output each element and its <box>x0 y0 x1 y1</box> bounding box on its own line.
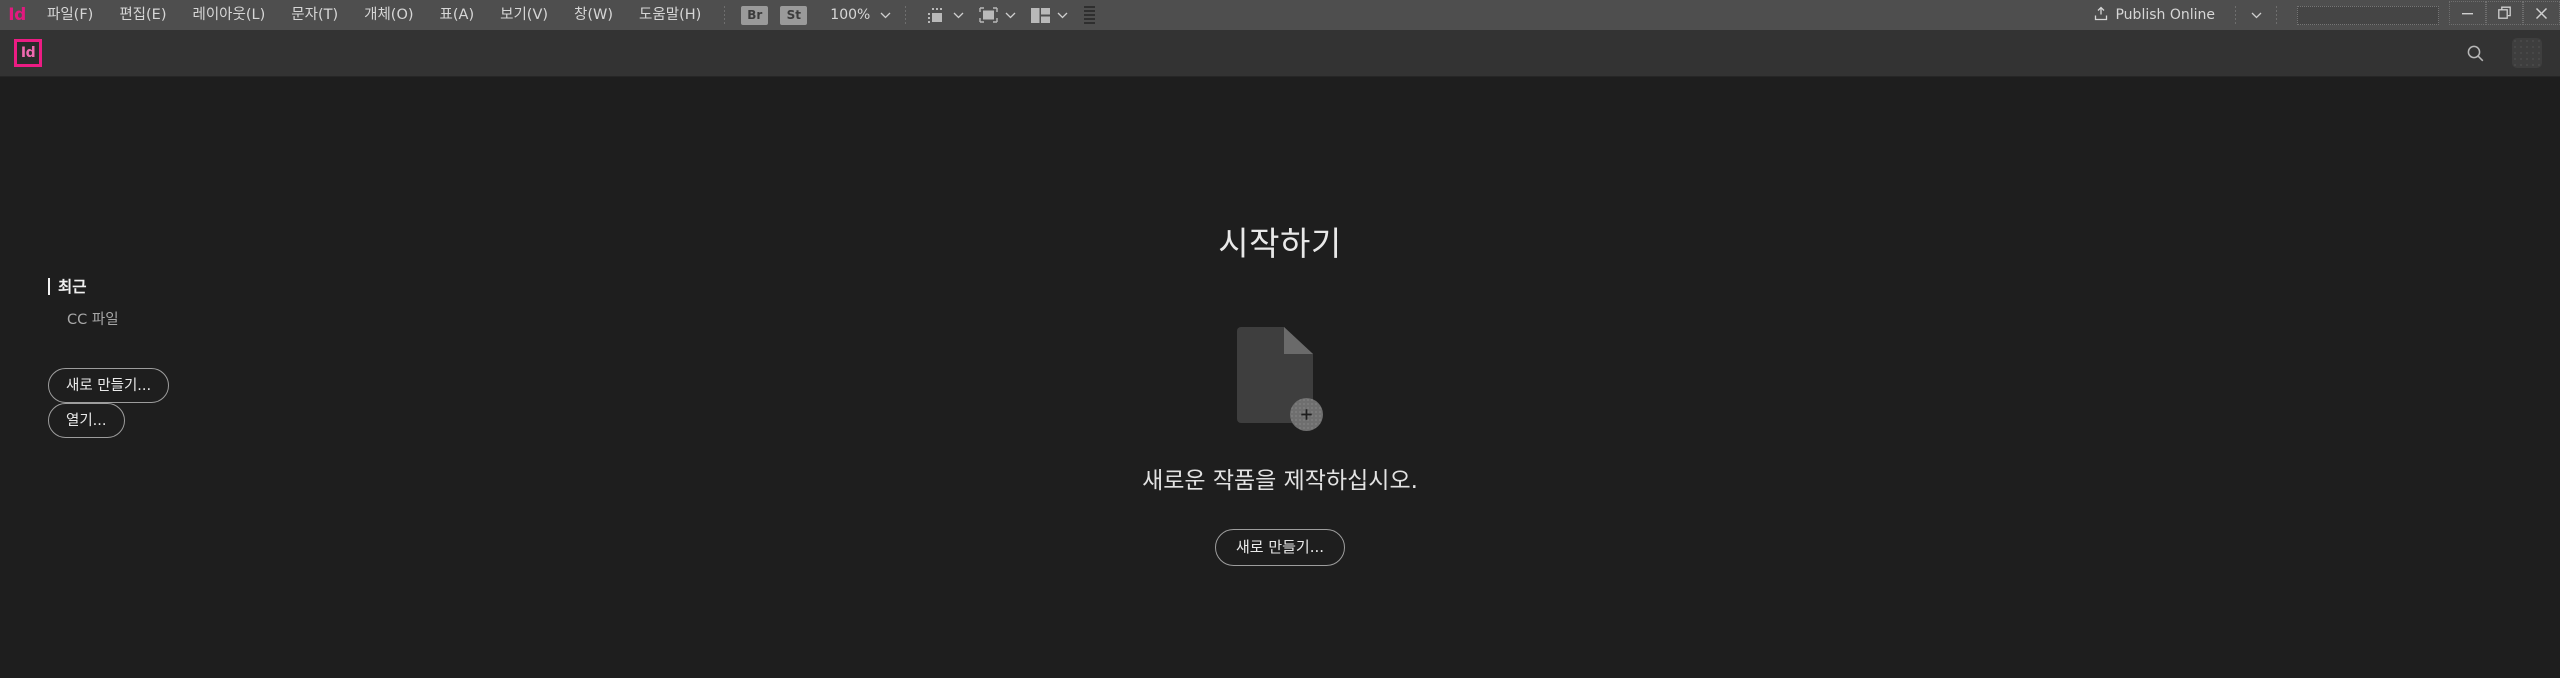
active-indicator <box>48 277 50 295</box>
stock-icon[interactable]: St <box>780 5 808 25</box>
empty-state-message: 새로운 작품을 제작하십시오. <box>1142 468 1418 494</box>
sidebar-section-label: 최근 <box>58 278 87 296</box>
sidebar-item-cc-files[interactable]: CC 파일 <box>48 308 388 329</box>
indesign-logo-icon: Id <box>14 39 42 67</box>
search-separator <box>2276 6 2277 24</box>
menu-object[interactable]: 개체(O) <box>351 0 426 30</box>
empty-state: 새로운 작품을 제작하십시오. 새로 만들기... <box>0 327 2560 566</box>
screen-mode-icon[interactable] <box>976 4 1000 26</box>
publish-online-button[interactable]: Publish Online <box>2084 0 2225 30</box>
empty-state-actions: 새로 만들기... <box>1214 529 1346 566</box>
menu-table[interactable]: 표(A) <box>427 0 488 30</box>
zoom-level-input[interactable]: 100% <box>825 6 875 24</box>
start-workspace: 시작하기 최근 CC 파일 새로 만들기... 열기... 새로운 작품을 제작… <box>0 77 2560 677</box>
view-options-chevron-down-icon[interactable] <box>948 5 968 25</box>
menu-view[interactable]: 보기(V) <box>487 0 561 30</box>
new-document-icon <box>1237 327 1323 431</box>
menubar-search-input[interactable] <box>2297 5 2439 25</box>
toolbar-separator-2 <box>905 6 907 24</box>
close-button[interactable] <box>2523 1 2560 25</box>
create-new-button[interactable]: 새로 만들기... <box>1214 529 1346 566</box>
publish-online-label: Publish Online <box>2115 7 2215 23</box>
menu-window[interactable]: 창(W) <box>561 0 626 30</box>
screen-mode-chevron-down-icon[interactable] <box>1000 5 1020 25</box>
menu-type[interactable]: 문자(T) <box>278 0 351 30</box>
zoom-chevron-down-icon[interactable] <box>875 5 895 25</box>
minimize-button[interactable] <box>2449 1 2486 25</box>
recent-sidebar: 최근 CC 파일 <box>48 275 388 329</box>
menu-bar: Id 파일(F) 편집(E) 레이아웃(L) 문자(T) 개체(O) 표(A) … <box>0 0 2560 30</box>
arrange-documents-chevron-down-icon[interactable] <box>1052 5 1072 25</box>
search-icon[interactable] <box>2460 38 2490 68</box>
app-logo-small: Id <box>8 5 26 25</box>
workspace-chevron-down-icon[interactable] <box>2246 5 2266 25</box>
sidebar-section-recent[interactable]: 최근 <box>48 275 388 297</box>
bridge-icon[interactable]: Br <box>741 5 769 25</box>
avatar[interactable] <box>2512 38 2542 68</box>
page-title: 시작하기 <box>1218 224 1342 263</box>
toolbar-separator <box>724 6 726 24</box>
toolbar-drag-handle[interactable] <box>1084 6 1096 24</box>
menu-file[interactable]: 파일(F) <box>34 0 106 30</box>
publish-upload-icon <box>2094 6 2108 25</box>
menu-help[interactable]: 도움말(H) <box>626 0 714 30</box>
publish-separator <box>2235 6 2236 24</box>
app-bar: Id <box>0 30 2560 77</box>
view-options-icon[interactable] <box>924 4 948 26</box>
menu-layout[interactable]: 레이아웃(L) <box>180 0 279 30</box>
window-controls <box>2449 0 2560 30</box>
arrange-documents-icon[interactable] <box>1028 4 1052 26</box>
restore-button[interactable] <box>2486 1 2523 25</box>
plus-badge-icon <box>1290 398 1323 431</box>
menu-edit[interactable]: 편집(E) <box>106 0 179 30</box>
